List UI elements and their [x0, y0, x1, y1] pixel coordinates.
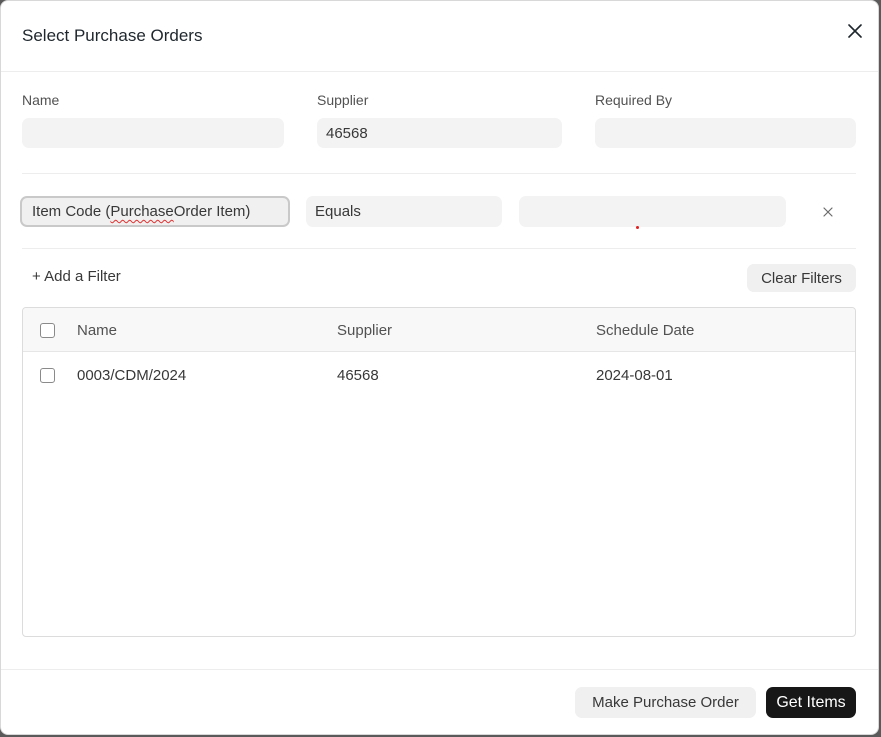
dialog-footer: Make Purchase Order Get Items [1, 669, 878, 734]
column-header-name[interactable]: Name [77, 322, 117, 339]
select-all-checkbox[interactable] [40, 323, 55, 338]
close-icon [823, 207, 833, 217]
row-checkbox[interactable] [40, 368, 55, 383]
name-label: Name [22, 92, 60, 108]
filter-condition-text: Equals [315, 203, 361, 220]
row-schedule-date: 2024-08-01 [596, 367, 673, 384]
column-header-supplier[interactable]: Supplier [337, 322, 392, 339]
required-by-label: Required By [595, 92, 673, 108]
divider [22, 248, 856, 249]
add-filter-button[interactable]: + Add a Filter [32, 268, 121, 285]
remove-filter-button[interactable] [819, 203, 837, 221]
name-input[interactable] [22, 118, 284, 148]
close-button[interactable] [843, 19, 867, 43]
table-row[interactable]: 0003/CDM/2024 46568 2024-08-01 [23, 352, 855, 398]
filter-fieldname-text-spell: Purchase [110, 203, 174, 220]
dialog-header: Select Purchase Orders [1, 1, 878, 72]
supplier-label: Supplier [317, 92, 369, 108]
required-by-input[interactable] [595, 118, 856, 148]
text-cursor-marker [636, 226, 639, 229]
row-name: 0003/CDM/2024 [77, 367, 187, 384]
dialog-title: Select Purchase Orders [22, 26, 203, 45]
select-purchase-orders-dialog: Select Purchase Orders Name Supplier Req… [0, 0, 879, 735]
divider [22, 173, 856, 174]
make-purchase-order-button[interactable]: Make Purchase Order [575, 687, 756, 718]
table-header: Name Supplier Schedule Date [23, 308, 855, 352]
filter-condition-select[interactable]: Equals [306, 196, 502, 227]
clear-filters-button[interactable]: Clear Filters [747, 264, 856, 292]
get-items-button[interactable]: Get Items [766, 687, 856, 718]
supplier-input[interactable] [317, 118, 562, 148]
column-header-schedule-date[interactable]: Schedule Date [596, 322, 694, 339]
close-icon [848, 24, 862, 38]
filter-value-input[interactable] [519, 196, 786, 227]
row-supplier: 46568 [337, 367, 379, 384]
filter-fieldname-select[interactable]: Item Code (Purchase Order Item) [20, 196, 290, 227]
filter-fieldname-text-after: Order Item) [173, 203, 251, 220]
results-table: Name Supplier Schedule Date 0003/CDM/202… [22, 307, 856, 637]
filter-fieldname-text-before: Item Code ( [32, 203, 111, 220]
